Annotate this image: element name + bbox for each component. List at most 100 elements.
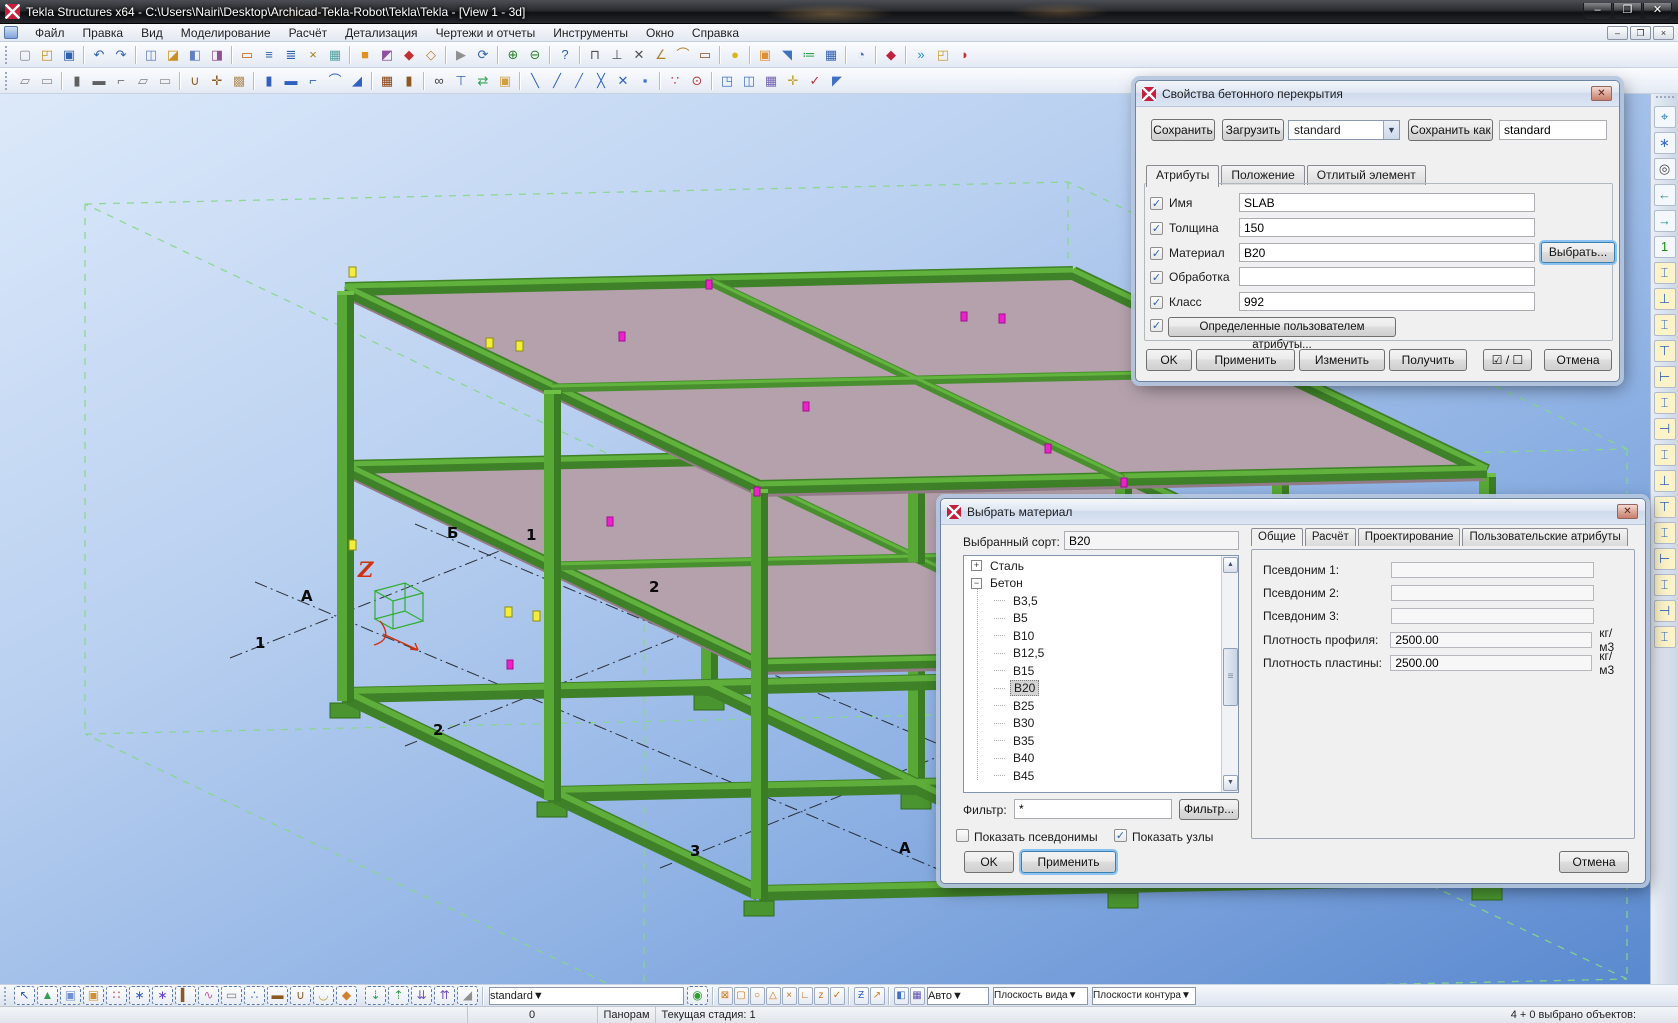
menu-drawings-reports[interactable]: Чертежи и отчеты xyxy=(427,25,545,41)
tab-attributes[interactable]: Атрибуты xyxy=(1146,165,1219,187)
cancel-button[interactable]: Отмена xyxy=(1559,851,1629,873)
menu-tools[interactable]: Инструменты xyxy=(544,25,637,41)
tab-analysis[interactable]: Расчёт xyxy=(1305,528,1356,546)
tree-item-b20[interactable]: B20 xyxy=(964,680,1221,698)
toolbar-separator[interactable] xyxy=(423,72,425,90)
toolbar-separator[interactable] xyxy=(579,46,581,64)
tree-item-b35x[interactable]: B35 xyxy=(964,732,1221,750)
contour-plate-icon[interactable]: ▱ xyxy=(133,71,153,91)
snap-free-switch[interactable]: ✓ xyxy=(830,987,845,1005)
item-icon[interactable]: ∪ xyxy=(185,71,205,91)
tree-expander[interactable] xyxy=(994,740,1005,741)
next-component-icon[interactable]: → xyxy=(1654,210,1676,232)
user-defined-attributes-button[interactable]: Определенные пользователем атрибуты... xyxy=(1168,317,1396,337)
toolbar-separator[interactable] xyxy=(231,46,233,64)
uda-checkbox[interactable] xyxy=(1150,319,1163,332)
toolbar-separator[interactable] xyxy=(549,46,551,64)
material-input[interactable] xyxy=(1239,243,1535,262)
steel-connection-5-icon[interactable]: ⊢ xyxy=(1654,366,1676,388)
component-number-icon[interactable]: 1 xyxy=(1654,236,1676,258)
material-checkbox[interactable] xyxy=(1150,247,1163,260)
create-task-icon[interactable]: ⊤ xyxy=(451,71,471,91)
tree-expander[interactable] xyxy=(994,618,1005,619)
select-grid-lines-switch[interactable]: ▬ xyxy=(267,986,288,1005)
toolbar-separator[interactable] xyxy=(349,46,351,64)
select-grids-switch[interactable]: ∴ xyxy=(244,986,265,1005)
modify-button[interactable]: Изменить xyxy=(1299,349,1385,371)
steel-column-icon[interactable]: ▮ xyxy=(67,71,87,91)
tree-expander[interactable] xyxy=(994,758,1005,759)
alias3-input[interactable] xyxy=(1391,608,1594,624)
steel-polybeam-icon[interactable]: ⌐ xyxy=(111,71,131,91)
tree-item-b125[interactable]: B12,5 xyxy=(964,645,1221,663)
project-status-icon[interactable]: ▦ xyxy=(821,45,841,65)
name-input[interactable] xyxy=(1239,193,1535,212)
toolbar-separator[interactable] xyxy=(845,46,847,64)
select-objects-in-components-switch[interactable]: ⇊ xyxy=(411,986,432,1005)
tree-expander[interactable] xyxy=(994,688,1005,689)
component-pointer-icon[interactable]: ⌖ xyxy=(1654,106,1676,128)
work-area-icon[interactable]: ▣ xyxy=(495,71,515,91)
steel-connection-15-icon[interactable]: ⌶ xyxy=(1654,626,1676,648)
menu-window[interactable]: Окно xyxy=(637,25,683,41)
line-extend-icon[interactable]: ✕ xyxy=(613,71,633,91)
snap-ortho-switch[interactable]: ▦ xyxy=(910,987,925,1005)
close-button[interactable]: ✕ xyxy=(1643,3,1672,20)
menu-file[interactable]: Файл xyxy=(26,25,74,41)
axis-points-icon[interactable]: ∵ xyxy=(665,71,685,91)
tree-expander[interactable] xyxy=(994,723,1005,724)
steel-connection-6-icon[interactable]: ⌶ xyxy=(1654,392,1676,414)
toolbar-separator[interactable] xyxy=(83,46,85,64)
line-cross-icon[interactable]: ╳ xyxy=(591,71,611,91)
select-assemblies-switch[interactable]: ▣ xyxy=(83,986,104,1005)
save-as-input[interactable] xyxy=(1499,120,1607,140)
dialog-title-bar[interactable]: Свойства бетонного перекрытия ✕ xyxy=(1136,81,1619,107)
save-button[interactable]: Сохранить xyxy=(1151,119,1215,141)
thickness-checkbox[interactable] xyxy=(1150,222,1163,235)
tab-position[interactable]: Положение xyxy=(1221,165,1304,185)
tree-item-b5[interactable]: B5 xyxy=(964,610,1221,628)
snap-direction-switch[interactable]: ↗ xyxy=(870,987,885,1005)
fly-icon[interactable]: ▶ xyxy=(451,45,471,65)
apply-button[interactable]: Применить xyxy=(1196,349,1295,371)
mdi-restore-button[interactable]: ❐ xyxy=(1630,26,1651,40)
create-plate-gray-icon[interactable]: ▭ xyxy=(37,71,57,91)
filter-button[interactable]: Фильтр... xyxy=(1179,799,1239,820)
mdi-minimize-button[interactable]: – xyxy=(1607,26,1628,40)
toolbar-separator[interactable] xyxy=(445,46,447,64)
select-welds-switch[interactable]: ∗ xyxy=(129,986,150,1005)
tree-item-b45[interactable]: B45 xyxy=(964,767,1221,785)
get-button[interactable]: Получить xyxy=(1389,349,1467,371)
show-aliases-checkbox[interactable] xyxy=(956,829,969,842)
zoom-out-icon[interactable]: ⊖ xyxy=(525,45,545,65)
steel-connection-14-icon[interactable]: ⊣ xyxy=(1654,600,1676,622)
tree-expander[interactable] xyxy=(994,670,1005,671)
apply-button[interactable]: Применить xyxy=(1021,851,1116,873)
toolbar-grip[interactable] xyxy=(5,46,10,64)
concrete-polybeam-icon[interactable]: ⌐ xyxy=(303,71,323,91)
scrollbar-thumb[interactable] xyxy=(1223,648,1238,706)
class-input[interactable] xyxy=(1239,292,1535,311)
open-catalog-icon[interactable]: ◰ xyxy=(933,45,953,65)
tree-item-concrete[interactable]: − Бетон xyxy=(964,575,1221,593)
select-parts-switch[interactable]: ▲ xyxy=(37,986,58,1005)
menu-modeling[interactable]: Моделирование xyxy=(172,25,280,41)
line-two-points-icon[interactable]: ╱ xyxy=(569,71,589,91)
fit-both-icon[interactable]: ◫ xyxy=(739,71,759,91)
zoom-in-icon[interactable]: ⊕ xyxy=(503,45,523,65)
chevron-down-icon[interactable]: ▼ xyxy=(1383,121,1399,139)
select-material-button[interactable]: Выбрать... xyxy=(1541,242,1615,263)
close-icon[interactable]: ✕ xyxy=(1591,86,1612,101)
more-commands-icon[interactable]: » xyxy=(911,45,931,65)
tree-item-b30[interactable]: B30 xyxy=(964,715,1221,733)
new-view-icon[interactable]: ▭ xyxy=(237,45,257,65)
view-properties-icon[interactable]: ≣ xyxy=(281,45,301,65)
measure-bolt-icon[interactable]: ▭ xyxy=(695,45,715,65)
paste-special-icon[interactable]: ◨ xyxy=(207,45,227,65)
steel-connection-1-icon[interactable]: ⌶ xyxy=(1654,262,1676,284)
finish-input[interactable] xyxy=(1239,267,1535,286)
menu-help[interactable]: Справка xyxy=(683,25,748,41)
select-filter-icon[interactable]: ▦ xyxy=(325,45,345,65)
toolbar-separator[interactable] xyxy=(749,46,751,64)
tree-item-b35[interactable]: B3,5 xyxy=(964,592,1221,610)
